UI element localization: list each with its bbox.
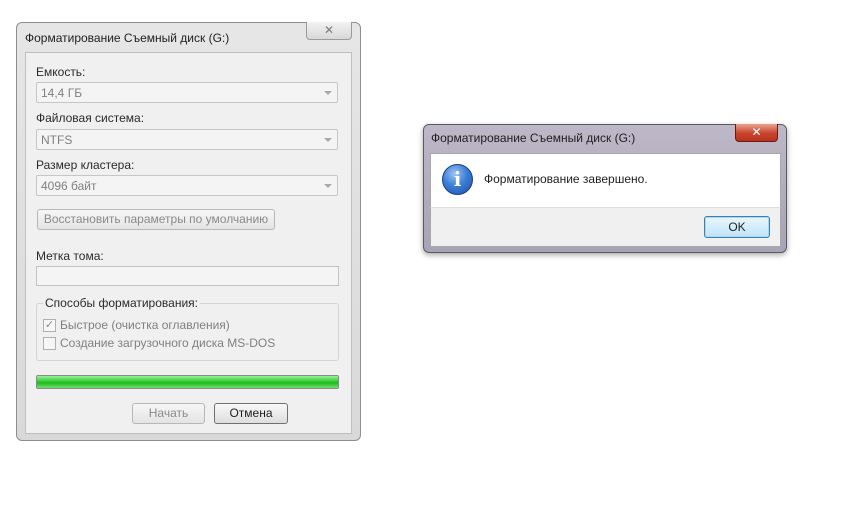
volume-label-label: Метка тома: bbox=[36, 249, 104, 263]
capacity-combobox[interactable]: 14,4 ГБ bbox=[36, 82, 338, 103]
restore-defaults-button[interactable]: Восстановить параметры по умолчанию bbox=[37, 209, 275, 230]
message-box-body: i Форматирование завершено. bbox=[430, 153, 781, 207]
close-icon: ✕ bbox=[323, 23, 335, 37]
filesystem-combobox[interactable]: NTFS bbox=[36, 129, 338, 150]
chevron-down-icon bbox=[324, 91, 332, 95]
format-dialog-content: Емкость: 14,4 ГБ Файловая система: NTFS … bbox=[25, 52, 352, 434]
msdos-boot-disk-checkbox[interactable] bbox=[43, 337, 56, 350]
capacity-label: Емкость: bbox=[36, 65, 86, 79]
start-button[interactable]: Начать bbox=[132, 403, 205, 424]
capacity-value: 14,4 ГБ bbox=[41, 86, 83, 100]
format-progress-bar bbox=[36, 375, 339, 389]
information-icon: i bbox=[442, 164, 473, 195]
cluster-size-label: Размер кластера: bbox=[36, 158, 135, 172]
format-dialog-window: Форматирование Съемный диск (G:) ✕ Емкос… bbox=[16, 22, 361, 441]
format-dialog-close-button[interactable]: ✕ bbox=[306, 22, 352, 40]
checkmark-icon: ✓ bbox=[44, 319, 55, 331]
format-options-group: Способы форматирования: ✓ Быстрое (очист… bbox=[36, 296, 339, 361]
message-text: Форматирование завершено. bbox=[484, 172, 648, 186]
format-dialog-title: Форматирование Съемный диск (G:) bbox=[25, 31, 230, 45]
format-complete-message-box: Форматирование Съемный диск (G:) ✕ i Фор… bbox=[423, 124, 787, 253]
close-icon: ✕ bbox=[751, 125, 762, 139]
format-dialog-titlebar[interactable]: Форматирование Съемный диск (G:) ✕ bbox=[17, 22, 360, 51]
cancel-button[interactable]: Отмена bbox=[214, 403, 288, 424]
message-box-button-area: OK bbox=[430, 207, 781, 247]
progress-fill bbox=[37, 376, 338, 388]
cluster-size-value: 4096 байт bbox=[41, 179, 97, 193]
chevron-down-icon bbox=[324, 138, 332, 142]
ok-button[interactable]: OK bbox=[704, 216, 770, 238]
quick-format-label: Быстрое (очистка оглавления) bbox=[60, 318, 230, 332]
filesystem-label: Файловая система: bbox=[36, 111, 145, 125]
message-box-title: Форматирование Съемный диск (G:) bbox=[431, 131, 636, 145]
filesystem-value: NTFS bbox=[41, 133, 73, 147]
cluster-size-combobox[interactable]: 4096 байт bbox=[36, 175, 338, 196]
message-box-close-button[interactable]: ✕ bbox=[735, 124, 778, 142]
message-box-titlebar[interactable]: Форматирование Съемный диск (G:) ✕ bbox=[424, 124, 786, 153]
chevron-down-icon bbox=[324, 184, 332, 188]
volume-label-input[interactable] bbox=[36, 266, 339, 286]
msdos-boot-disk-label: Создание загрузочного диска MS-DOS bbox=[60, 336, 276, 350]
format-options-title: Способы форматирования: bbox=[43, 296, 200, 310]
quick-format-checkbox[interactable]: ✓ bbox=[43, 319, 56, 332]
